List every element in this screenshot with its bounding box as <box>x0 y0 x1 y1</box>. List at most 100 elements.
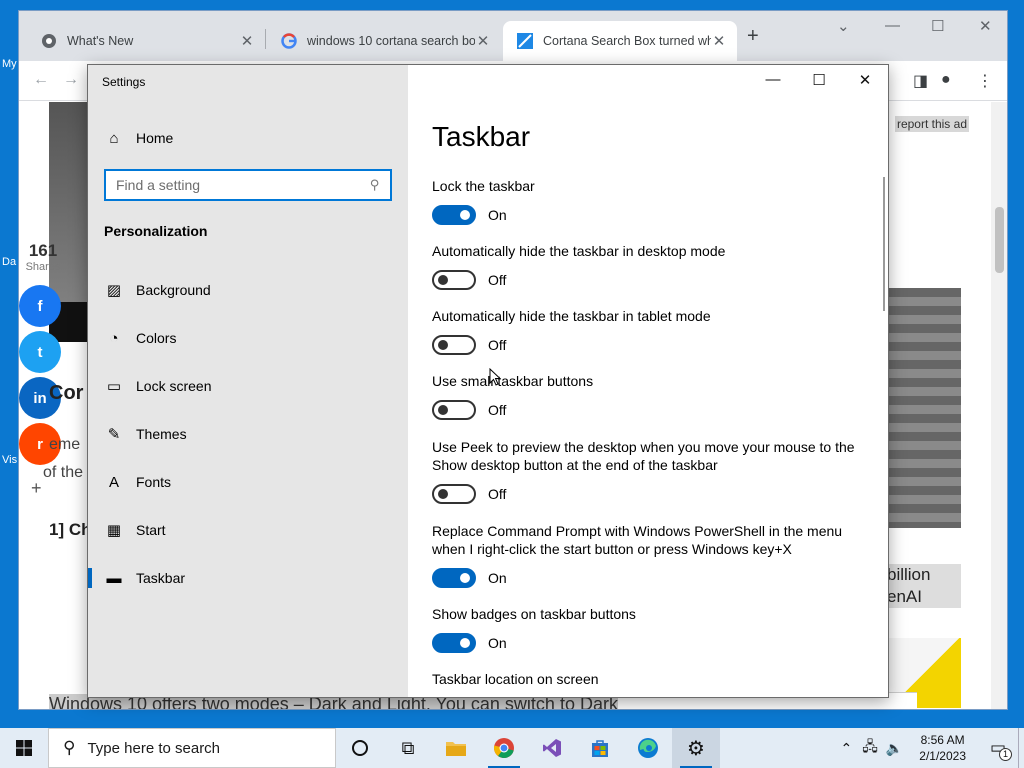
sidebar-item-fonts[interactable]: A Fonts <box>88 462 408 502</box>
back-arrow-icon[interactable]: ← <box>33 71 49 89</box>
notification-center-button[interactable]: ▭ 1 <box>978 728 1018 768</box>
tab-strip: What's New ✕ windows 10 cortana search b… <box>19 11 1007 61</box>
start-button[interactable] <box>0 728 48 768</box>
taskbar-search-placeholder: Type here to search <box>87 739 221 757</box>
desktop-icon-label[interactable]: Da <box>2 256 16 268</box>
setting-location-heading: Taskbar location on screen <box>432 670 862 688</box>
minimize-button[interactable]: — <box>885 17 900 34</box>
close-button[interactable]: ✕ <box>842 71 888 93</box>
store-button[interactable] <box>576 728 624 768</box>
peek-toggle[interactable] <box>432 484 476 504</box>
cortana-circle-icon <box>352 740 368 756</box>
visual-studio-button[interactable] <box>528 728 576 768</box>
sidebar-item-start[interactable]: ▦ Start <box>88 510 408 550</box>
desktop-icon-label[interactable]: My <box>2 58 17 70</box>
toggle-state: On <box>488 207 507 223</box>
powershell-toggle[interactable] <box>432 568 476 588</box>
start-tiles-icon: ▦ <box>106 522 122 539</box>
facebook-share-button[interactable]: f <box>19 285 61 327</box>
edge-icon <box>638 738 658 758</box>
sidebar-item-label: Start <box>136 522 166 538</box>
sidebar-item-colors[interactable]: ◔ Colors <box>88 318 408 358</box>
cortana-button[interactable] <box>336 728 384 768</box>
sidebar-item-themes[interactable]: ✎ Themes <box>88 414 408 454</box>
tab-google-search[interactable]: windows 10 cortana search box ✕ <box>267 21 501 61</box>
setting-label: Automatically hide the taskbar in deskto… <box>432 243 726 259</box>
gear-icon: ⚙ <box>687 737 705 760</box>
side-panel-icon[interactable]: ◨ <box>913 71 928 91</box>
edge-button[interactable] <box>624 728 672 768</box>
setting-label: Show badges on taskbar buttons <box>432 606 636 622</box>
search-icon: ⚲ <box>63 738 76 757</box>
profile-avatar-icon[interactable]: ● <box>941 71 951 89</box>
lock-taskbar-toggle[interactable] <box>432 205 476 225</box>
article-subheading: 1] Ch <box>49 520 92 539</box>
setting-autohide-tablet: Automatically hide the taskbar in tablet… <box>432 307 862 355</box>
settings-content-pane: — ☐ ✕ Taskbar Lock the taskbar On Automa… <box>408 65 888 697</box>
image-icon: ▨ <box>106 282 122 299</box>
search-input[interactable] <box>116 177 371 193</box>
sidebar-ad-caption[interactable]: billion enAI <box>887 564 961 608</box>
clock-date: 2/1/2023 <box>919 749 966 763</box>
chevron-up-icon[interactable]: ⌃ <box>840 740 852 757</box>
volume-icon[interactable]: 🔈 <box>886 740 903 757</box>
setting-label: Taskbar location on screen <box>432 671 599 687</box>
close-icon[interactable]: ✕ <box>475 32 491 50</box>
chrome-taskbar-button[interactable] <box>480 728 528 768</box>
find-setting-search[interactable]: ⚲ <box>104 169 392 201</box>
tab-search-icon[interactable]: ⌄ <box>837 17 850 35</box>
autohide-tablet-toggle[interactable] <box>432 335 476 355</box>
task-view-button[interactable]: ⧉ <box>384 728 432 768</box>
menu-kebab-icon[interactable]: ⋮ <box>977 71 993 91</box>
desktop-icon-label[interactable]: Vis <box>2 454 17 466</box>
setting-lock-taskbar: Lock the taskbar On <box>432 177 862 225</box>
maximize-button[interactable]: ☐ <box>931 17 944 35</box>
sidebar-item-lock-screen[interactable]: ▭ Lock screen <box>88 366 408 406</box>
setting-label: Lock the taskbar <box>432 178 535 194</box>
brush-icon: ✎ <box>107 426 121 443</box>
folder-icon <box>446 742 466 756</box>
sidebar-item-label: Lock screen <box>136 378 212 394</box>
setting-label: Automatically hide the taskbar in tablet… <box>432 308 711 324</box>
sidebar-ad-image[interactable] <box>887 288 961 528</box>
taskbar: ⚲ Type here to search ⧉ ⚙ ⌃ 🖧 🔈 8:56 AM … <box>0 728 1024 768</box>
tab-cortana-article[interactable]: Cortana Search Box turned white ✕ <box>503 21 737 61</box>
maximize-button[interactable]: ☐ <box>796 71 842 93</box>
close-button[interactable]: ✕ <box>979 17 992 35</box>
new-tab-button[interactable]: + <box>747 25 759 48</box>
close-icon[interactable]: ✕ <box>239 32 255 50</box>
search-icon[interactable]: ⚲ <box>370 177 380 193</box>
forward-arrow-icon[interactable]: → <box>63 71 79 89</box>
nav-home-label: Home <box>136 130 174 146</box>
more-share-icon[interactable]: + <box>31 478 42 499</box>
setting-label: Replace Command Prompt with Windows Powe… <box>432 523 843 557</box>
report-ad-link[interactable]: report this ad <box>894 116 969 132</box>
clock[interactable]: 8:56 AM 2/1/2023 <box>919 732 966 764</box>
toggle-state: Off <box>488 272 507 288</box>
nav-home[interactable]: ⌂ Home <box>88 118 408 158</box>
toggle-state: Off <box>488 337 507 353</box>
home-icon: ⌂ <box>109 129 119 147</box>
show-desktop-button[interactable] <box>1018 728 1024 768</box>
autohide-desktop-toggle[interactable] <box>432 270 476 290</box>
scrollbar-thumb[interactable] <box>995 207 1004 273</box>
sidebar-item-taskbar[interactable]: ▬ Taskbar <box>88 558 408 598</box>
twitter-share-button[interactable]: t <box>19 331 61 373</box>
share-label: Shares <box>25 261 61 273</box>
sidebar-item-background[interactable]: ▨ Background <box>88 270 408 310</box>
share-count: 161 <box>28 241 58 260</box>
settings-taskbar-button[interactable]: ⚙ <box>672 728 720 768</box>
setting-label: Use Peek to preview the desktop when you… <box>432 439 855 473</box>
clock-time: 8:56 AM <box>920 733 965 747</box>
close-icon[interactable]: ✕ <box>711 32 727 50</box>
tab-title: What's New <box>67 34 134 48</box>
taskbar-search-box[interactable]: ⚲ Type here to search <box>48 728 336 768</box>
content-scrollbar[interactable] <box>883 177 885 311</box>
small-buttons-toggle[interactable] <box>432 400 476 420</box>
file-explorer-button[interactable] <box>432 728 480 768</box>
minimize-button[interactable]: — <box>750 71 796 93</box>
badges-toggle[interactable] <box>432 633 476 653</box>
network-icon[interactable]: 🖧 <box>862 736 878 760</box>
page-scrollbar[interactable] <box>991 102 1007 709</box>
tab-whats-new[interactable]: What's New ✕ <box>27 21 265 61</box>
